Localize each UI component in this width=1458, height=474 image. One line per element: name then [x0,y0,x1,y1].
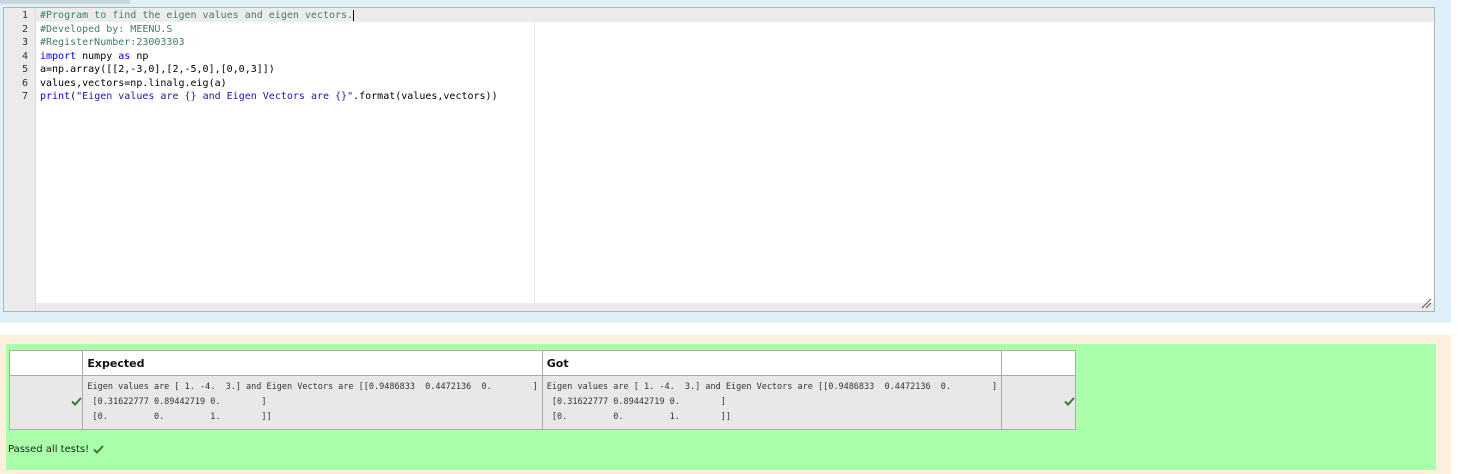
code-token: numpy [76,50,119,62]
summary-text: Passed all tests! [8,444,90,455]
code-line[interactable]: #Developed by: MEENU.S [40,23,172,37]
line-number: 6 [21,77,28,89]
check-icon [93,445,104,454]
code-token: "Eigen values are {} and Eigen Vectors a… [76,91,354,102]
code-token: import [40,50,77,62]
status-header-right [1001,350,1076,376]
line-number: 5 [21,64,28,75]
test-results: Expected Got Eigen values are [ 1. -4. 3… [6,344,1436,470]
text-cursor [353,9,355,21]
code-token: as [118,50,131,62]
line-number-gutter: 1 2 3 4 5 6 7 [4,8,36,311]
code-token: values,vectors=np.linalg.eig(a) [40,77,227,89]
code-line[interactable]: a=np.array([[2,-3,0],[2,-5,0],[0,0,3]]) [40,63,275,77]
status-header [8,350,84,376]
expected-output: Eigen values are [ 1. -4. 3.] and Eigen … [82,375,543,430]
results-panel: Expected Got Eigen values are [ 1. -4. 3… [0,335,1451,474]
line-number: 7 [21,91,28,102]
code-token: np [130,50,149,62]
table-row: Eigen values are [ 1. -4. 3.] and Eigen … [8,375,1076,430]
code-token: print [40,91,71,102]
code-line[interactable]: values,vectors=np.linalg.eig(a) [40,77,227,91]
code-line[interactable]: #Program to find the eigen values and ei… [40,9,355,23]
passed-summary: Passed all tests! [8,444,104,455]
code-token: #Developed by: MEENU.S [40,23,173,35]
panel-tab [0,0,130,4]
got-header: Got [541,350,1003,376]
code-editor[interactable]: 1 2 3 4 5 6 7 #Program to find the eigen value… [3,7,1435,312]
code-line[interactable]: #RegisterNumber:23003303 [40,36,185,50]
line-number: 1 [21,10,28,21]
code-line[interactable]: print("Eigen values are {} and Eigen Vec… [40,90,498,104]
check-icon [71,397,83,406]
code-token: .format(values,vectors)) [353,91,498,102]
code-token: #RegisterNumber:23003303 [40,37,185,48]
print-margin [534,8,535,311]
line-number: 2 [21,23,28,35]
resize-grip-icon[interactable] [1420,297,1432,309]
line-number: 3 [21,37,28,48]
line-number: 4 [21,50,28,62]
results-header-row: Expected Got [8,350,1076,376]
results-table: Expected Got Eigen values are [ 1. -4. 3… [8,350,1076,430]
row-status-right [1001,375,1076,430]
code-token: #Program to find the eigen values and ei… [40,10,354,21]
code-token: a=np.array([[2,-3,0],[2,-5,0],[0,0,3]]) [40,64,275,75]
row-status-left [8,375,84,430]
editor-horizontal-scroll[interactable] [36,303,1434,311]
check-icon [1063,397,1075,406]
code-line[interactable]: import numpy as np [40,50,148,64]
got-output: Eigen values are [ 1. -4. 3.] and Eigen … [541,375,1003,430]
expected-header: Expected [82,350,543,376]
answer-panel: 1 2 3 4 5 6 7 #Program to find the eigen value… [0,0,1451,323]
